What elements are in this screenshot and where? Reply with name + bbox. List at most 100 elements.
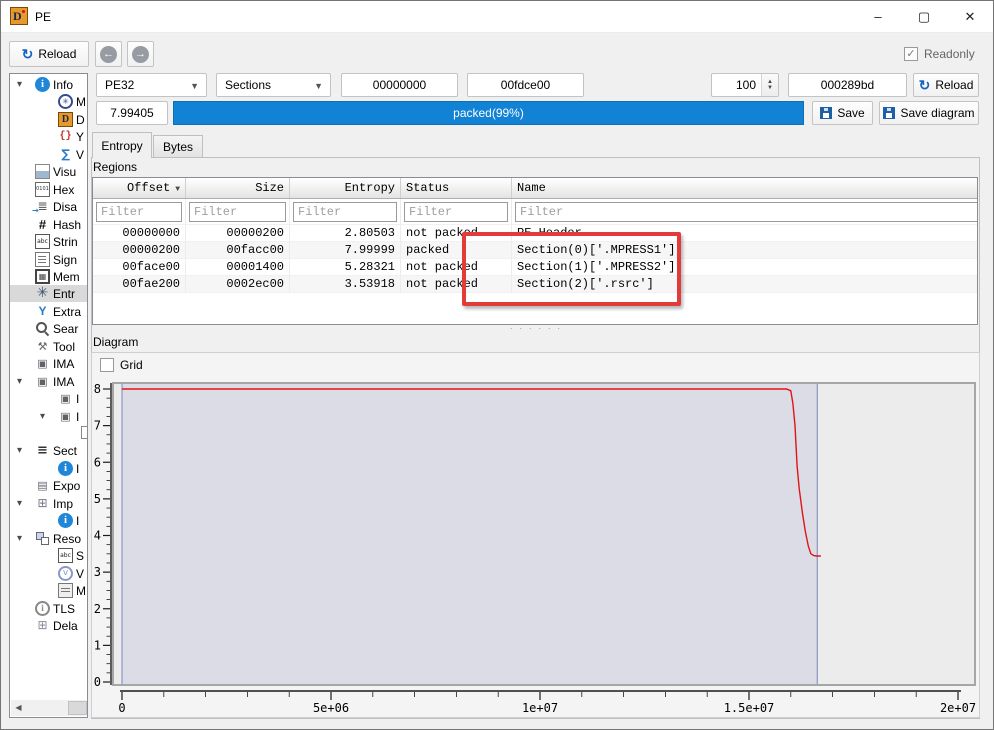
sidebar-item-hash[interactable]: Hash — [10, 216, 88, 233]
expander-arrow-icon[interactable] — [17, 531, 29, 547]
sidebar-item-tls[interactable]: TLS — [10, 600, 88, 617]
tab-bytes[interactable]: Bytes — [153, 135, 203, 158]
sidebar-item-y[interactable]: Y — [10, 128, 88, 145]
offset-field[interactable] — [341, 73, 458, 97]
sidebar-item-imp[interactable]: Imp — [10, 495, 88, 512]
svg-text:6: 6 — [94, 455, 101, 469]
import-icon — [35, 496, 50, 511]
sidebar-item-i[interactable]: I — [10, 512, 88, 529]
checksum-field[interactable] — [788, 73, 907, 97]
sidebar-item-ima[interactable]: IMA — [10, 373, 88, 390]
format-select[interactable]: PE32 ▼ — [96, 73, 207, 97]
scrollbar-track[interactable] — [26, 700, 71, 716]
expander-arrow-icon[interactable] — [17, 496, 29, 512]
spin-down-icon[interactable]: ▼ — [767, 85, 773, 91]
view-select[interactable]: Sections ▼ — [216, 73, 331, 97]
svg-text:4: 4 — [94, 529, 101, 543]
svg-text:3: 3 — [94, 565, 101, 579]
sidebar-item-v[interactable]: V — [10, 565, 88, 582]
sidebar-item-label: Sign — [53, 252, 77, 268]
sidebar-item-label: Y — [76, 129, 84, 145]
sidebar-item-label: M — [76, 94, 86, 110]
back-arrow-icon: ← — [100, 46, 117, 63]
cell-entropy: 3.53918 — [290, 276, 401, 293]
reload-icon — [22, 46, 34, 63]
save-icon — [883, 107, 895, 119]
expander-arrow-icon[interactable] — [17, 374, 29, 390]
column-header-offset[interactable]: Offset▼ — [93, 178, 186, 199]
entropy-icon — [35, 286, 50, 301]
sidebar-item-mem[interactable]: Mem — [10, 268, 88, 285]
sidebar-item-disa[interactable]: Disa — [10, 198, 88, 215]
sidebar-item-v[interactable]: V — [10, 146, 88, 163]
module-icon — [35, 374, 50, 389]
filter-input-name[interactable] — [515, 202, 978, 222]
scroll-left-icon[interactable]: ◀ — [11, 700, 26, 716]
sidebar-item-i[interactable]: I — [10, 408, 88, 425]
sidebar-item-m[interactable]: M — [10, 582, 88, 599]
reload-entropy-button[interactable]: Reload — [913, 73, 979, 97]
expander-arrow-icon[interactable] — [17, 443, 29, 459]
expander-arrow-icon[interactable] — [40, 409, 52, 425]
reload-button[interactable]: Reload — [9, 41, 89, 67]
sidebar-item-reso[interactable]: Reso — [10, 530, 88, 547]
sidebar-item-strin[interactable]: Strin — [10, 233, 88, 250]
sidebar-item-i[interactable]: I — [10, 460, 88, 477]
resources-icon — [35, 531, 50, 546]
sidebar-item-visu[interactable]: Visu — [10, 163, 88, 180]
sidebar-item-d[interactable]: D — [10, 111, 88, 128]
forward-arrow-icon: → — [132, 46, 149, 63]
reload-icon — [919, 77, 931, 94]
back-button[interactable]: ← — [95, 41, 122, 67]
scrollbar-thumb[interactable] — [68, 701, 87, 715]
info-icon — [35, 77, 50, 92]
sidebar-horizontal-scrollbar[interactable]: ◀ ▶ — [11, 700, 86, 716]
sidebar-item-label: Visu — [53, 164, 76, 180]
app-window: PE – ▢ ✕ Reload ← → ✓ Readonly PE32 ▼ Se… — [0, 0, 994, 730]
splitter-handle[interactable]: · · · · · · — [506, 323, 566, 333]
forward-button[interactable]: → — [127, 41, 154, 67]
sidebar-item-hex[interactable]: Hex — [10, 181, 88, 198]
filter-input-entropy[interactable] — [293, 202, 397, 222]
sidebar-item-tool[interactable]: Tool — [10, 338, 88, 355]
window-count-spinner[interactable]: ▲ ▼ — [711, 73, 779, 97]
size-field[interactable] — [467, 73, 584, 97]
sidebar-item-sect[interactable]: Sect — [10, 442, 88, 459]
grid-checkbox[interactable]: Grid — [100, 358, 143, 372]
sidebar-item-label: S — [76, 548, 84, 564]
filter-input-status[interactable] — [404, 202, 508, 222]
column-header-name[interactable]: Name — [512, 178, 979, 199]
sidebar-item-sear[interactable]: Sear — [10, 320, 88, 337]
sidebar-item-extra[interactable]: Extra — [10, 303, 88, 320]
sidebar-item-expo[interactable]: Expo — [10, 477, 88, 494]
maximize-button[interactable]: ▢ — [901, 1, 947, 32]
sidebar-item-m[interactable]: M — [10, 93, 88, 110]
tab-entropy[interactable]: Entropy — [92, 132, 152, 158]
doc-icon — [81, 426, 88, 439]
column-header-entropy[interactable]: Entropy — [290, 178, 401, 199]
close-button[interactable]: ✕ — [947, 1, 993, 32]
save-diagram-button[interactable]: Save diagram — [879, 101, 979, 125]
total-entropy-field[interactable] — [96, 101, 168, 125]
expander-arrow-icon[interactable] — [17, 77, 29, 93]
cell-offset: 00face00 — [93, 259, 186, 276]
cell-offset: 00fae200 — [93, 276, 186, 293]
column-header-status[interactable]: Status — [401, 178, 512, 199]
minimize-button[interactable]: – — [855, 1, 901, 32]
sidebar-item-doc[interactable] — [10, 425, 88, 442]
filter-input-size[interactable] — [189, 202, 286, 222]
save-button[interactable]: Save — [812, 101, 873, 125]
sidebar-item-info[interactable]: Info — [10, 76, 88, 93]
sidebar-item-dela[interactable]: Dela — [10, 617, 88, 634]
sidebar-item-ima[interactable]: IMA — [10, 355, 88, 372]
sidebar-item-s[interactable]: S — [10, 547, 88, 564]
filter-input-offset[interactable] — [96, 202, 182, 222]
readonly-checkbox[interactable]: ✓ Readonly — [904, 47, 975, 61]
hash-icon — [35, 217, 50, 232]
entropy-diagram-panel: Grid 01234567805e+061e+071.5e+072e+07 — [91, 352, 980, 718]
column-header-size[interactable]: Size — [186, 178, 290, 199]
sidebar-item-sign[interactable]: Sign — [10, 251, 88, 268]
sidebar-item-i[interactable]: I — [10, 390, 88, 407]
sidebar-item-entr[interactable]: Entr — [10, 285, 87, 302]
spinner-buttons[interactable]: ▲ ▼ — [761, 74, 778, 96]
